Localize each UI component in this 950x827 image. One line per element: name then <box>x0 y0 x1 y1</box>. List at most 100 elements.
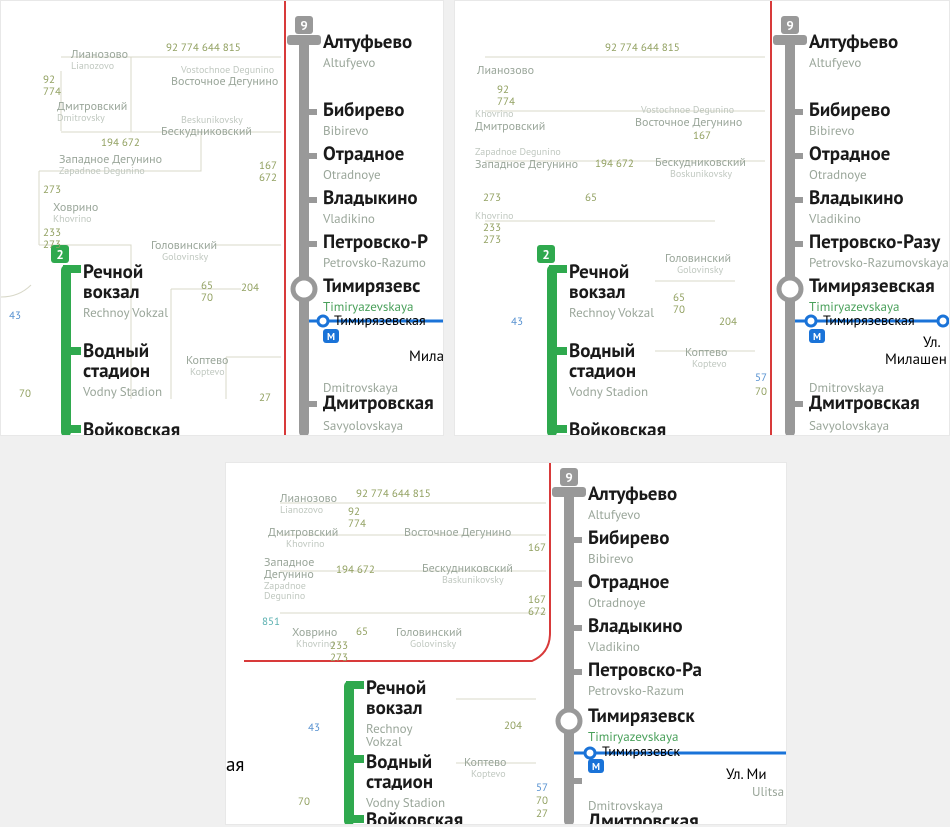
st: Vladikino <box>588 638 640 655</box>
station-altufyevo-ru: Алтуфьево <box>323 33 412 53</box>
r672a: 672 <box>259 171 277 185</box>
st: Bibirevo <box>588 550 633 567</box>
st: Vladikino <box>809 210 861 227</box>
st: Petrovsko-Razumovskaya <box>809 254 949 271</box>
r70b: 70 <box>19 387 31 401</box>
mila-partial: Мила <box>409 347 444 366</box>
golovinsky-en-2: Golovinsky <box>677 263 723 276</box>
ul-ru2: Милашен <box>885 350 947 369</box>
line-9-badge: 9 <box>295 16 313 34</box>
line-9-badge: 9 <box>781 16 799 34</box>
rechnoy-en: Rechnoy Vokzal <box>83 304 168 321</box>
monorail-timir-3: Тимирязевск <box>602 742 680 760</box>
station-bibirevo-en: Bibirevo <box>323 122 368 139</box>
khovrino-en: Khovrino <box>53 212 92 225</box>
m-badge-3: M <box>588 759 604 773</box>
r273b: 273 <box>43 238 61 252</box>
station-dmitrovskaya-ru: Дмитровская <box>323 394 434 414</box>
lianozovo-en: Lianozovo <box>71 59 114 72</box>
station-timir-ru: Тимирязевс <box>323 277 420 297</box>
golovinsky-en-3: Golovinsky <box>410 637 456 650</box>
st: Bibirevo <box>809 122 854 139</box>
r167b: 167 <box>693 129 711 143</box>
r70a: 70 <box>201 291 213 305</box>
st: Otradnoye <box>588 594 646 611</box>
st: Vokzal <box>366 733 402 750</box>
savyolovskaya-en: Savyolovskaya <box>323 417 403 434</box>
r43c: 43 <box>308 721 320 735</box>
st: Бибирево <box>809 101 890 121</box>
zdeg-en: Zapadnoe Degunino <box>59 164 145 177</box>
r273e: 273 <box>330 651 348 665</box>
savyolovskaya-en-2: Savyolovskaya <box>809 417 889 434</box>
map-variant-3: 9 Алтуфьево Altufyevo Бибирево Bibirevo … <box>225 462 787 825</box>
r204c: 204 <box>504 719 522 733</box>
koptevo-en-2: Koptevo <box>692 357 727 370</box>
st: Бибирево <box>588 529 669 549</box>
r27a: 27 <box>259 391 271 405</box>
koptevo-en-3: Koptevo <box>471 767 506 780</box>
st: Тимирязевская <box>809 277 935 297</box>
station-otradnoe-en: Otradnoye <box>323 166 381 183</box>
station-altufyevo-en: Altufyevo <box>323 54 375 71</box>
st: стадион <box>366 773 433 793</box>
monorail-timir-2: Тимирязевская <box>823 311 915 329</box>
m-badge-2: M <box>809 329 825 343</box>
monorail-timir: Тимирязевская <box>334 311 426 329</box>
station-petrovsko-en: Petrovsko-Razumo <box>323 254 426 271</box>
st: Петровско-Разу <box>809 233 940 253</box>
st: Войковская <box>569 421 666 436</box>
st: вокзал <box>366 699 423 719</box>
r65b: 65 <box>585 191 597 205</box>
st: Altufyevo <box>588 506 640 523</box>
r204a: 204 <box>241 281 259 295</box>
st: Алтуфьево <box>809 33 898 53</box>
koptevo-en: Koptevo <box>190 365 225 378</box>
khovrino-en-3c: Khovrino <box>286 537 325 550</box>
vdeg-ru-2: Восточное Дегунино <box>635 115 742 130</box>
routes-top: 92 774 644 815 <box>166 41 241 55</box>
st: Rechnoy Vokzal <box>569 304 654 321</box>
ya-partial: ая <box>226 753 244 777</box>
st: стадион <box>569 362 636 382</box>
r70e: 70 <box>298 795 310 809</box>
routes-top-2: 92 774 644 815 <box>605 41 680 55</box>
golovinsky-en: Golovinsky <box>162 250 208 263</box>
besk-ru: Бескудниковский <box>161 124 252 139</box>
st: Altufyevo <box>809 54 861 71</box>
r70f: 70 <box>536 794 548 808</box>
ul-mi: Ул. Ми <box>726 765 767 784</box>
r204b: 204 <box>719 315 737 329</box>
khovrino-en-3: Khovrino <box>296 637 335 650</box>
vodny-ru-l2: стадион <box>83 362 150 382</box>
st: вокзал <box>569 283 626 303</box>
r273a: 273 <box>43 183 61 197</box>
st: Отрадное <box>809 145 890 165</box>
r774c: 774 <box>348 517 366 531</box>
station-otradnoe-ru: Отрадное <box>323 145 404 165</box>
zdeg-en-3b: Degunino <box>264 589 305 602</box>
r194-672-2: 194 672 <box>595 157 634 171</box>
r774a: 774 <box>43 85 61 99</box>
r43b: 43 <box>511 315 523 329</box>
station-vladykino-en: Vladikino <box>323 210 375 227</box>
st: Войковская <box>366 811 463 825</box>
st: Отрадное <box>588 573 669 593</box>
r65d: 65 <box>356 625 368 639</box>
dmitrovsky-en: Dmitrovsky <box>57 111 105 124</box>
r273d: 273 <box>483 233 501 247</box>
lianozovo-en-3: Lianozovo <box>280 503 323 516</box>
map-variant-2: 9 Алтуфьево Altufyevo Бибирево Bibirevo … <box>454 0 950 436</box>
besk-en-3: Baskunikovsky <box>442 573 504 586</box>
st: Алтуфьево <box>588 485 677 505</box>
st: Petrovsko-Razum <box>588 682 684 699</box>
r43a: 43 <box>9 309 21 323</box>
st: Vodny Stadion <box>569 383 648 400</box>
st: Дмитровская <box>809 394 920 414</box>
st: Тимирязевск <box>588 707 695 727</box>
r70d: 70 <box>755 385 767 399</box>
dmitrovsky-ru-2: Дмитровский <box>475 119 545 134</box>
lianozovo-ru-2: Лианозово <box>477 63 534 78</box>
r672c: 672 <box>528 605 546 619</box>
ulitsa-en: Ulitsa <box>752 783 784 800</box>
